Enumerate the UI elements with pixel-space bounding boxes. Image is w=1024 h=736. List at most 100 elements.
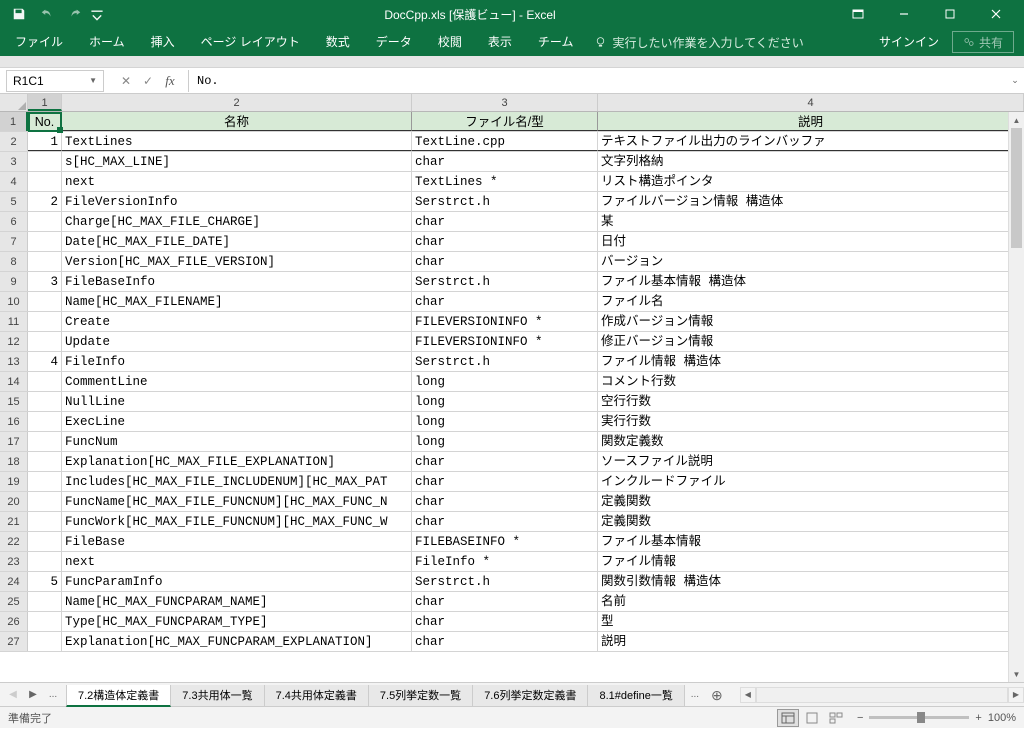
cell[interactable]: Charge[HC_MAX_FILE_CHARGE] [62,212,412,231]
column-header[interactable]: 3 [412,94,598,111]
row-header[interactable]: 8 [0,252,28,271]
cell[interactable] [28,632,62,651]
cell[interactable]: Serstrct.h [412,272,598,291]
cell[interactable]: インクルードファイル [598,472,1024,491]
sheet-tab[interactable]: 7.5列挙定数一覧 [368,685,473,707]
cell[interactable]: FILEVERSIONINFO * [412,312,598,331]
header-cell[interactable]: 名称 [62,112,412,131]
cell[interactable]: テキストファイル出力のラインバッファ [598,132,1024,151]
cell[interactable]: 1 [28,132,62,151]
column-header[interactable]: 2 [62,94,412,111]
cell[interactable]: 説明 [598,632,1024,651]
row-header[interactable]: 14 [0,372,28,391]
cell[interactable]: next [62,172,412,191]
enter-formula-button[interactable]: ✓ [138,71,158,91]
cell[interactable]: char [412,452,598,471]
cell[interactable]: ファイル基本情報 構造体 [598,272,1024,291]
cell[interactable]: ファイルバージョン情報 構造体 [598,192,1024,211]
scroll-up-button[interactable]: ▲ [1009,112,1024,128]
close-button[interactable] [974,0,1018,28]
cell[interactable]: FileInfo * [412,552,598,571]
cell[interactable]: 定義関数 [598,512,1024,531]
cell[interactable] [28,232,62,251]
ribbon-tab[interactable]: 数式 [313,28,363,56]
ribbon-tab[interactable]: データ [363,28,425,56]
cell[interactable]: long [412,412,598,431]
row-header[interactable]: 15 [0,392,28,411]
cell[interactable]: TextLine.cpp [412,132,598,151]
cell[interactable]: 作成バージョン情報 [598,312,1024,331]
cell[interactable]: 2 [28,192,62,211]
zoom-in-button[interactable]: + [975,712,981,724]
ribbon-tab[interactable]: 挿入 [138,28,188,56]
cell[interactable] [28,512,62,531]
cell[interactable]: Includes[HC_MAX_FILE_INCLUDENUM][HC_MAX_… [62,472,412,491]
cell[interactable] [28,152,62,171]
cell[interactable]: ファイル名 [598,292,1024,311]
cell[interactable]: ファイル基本情報 [598,532,1024,551]
row-header[interactable]: 5 [0,192,28,211]
cell[interactable]: char [412,592,598,611]
cell[interactable] [28,452,62,471]
cell[interactable]: Update [62,332,412,351]
ribbon-tab[interactable]: 表示 [475,28,525,56]
cell[interactable]: NullLine [62,392,412,411]
cell[interactable]: 日付 [598,232,1024,251]
cell[interactable]: Name[HC_MAX_FUNCPARAM_NAME] [62,592,412,611]
cell[interactable]: char [412,252,598,271]
cell[interactable]: 関数定義数 [598,432,1024,451]
cell[interactable] [28,472,62,491]
row-header[interactable]: 27 [0,632,28,651]
row-header[interactable]: 22 [0,532,28,551]
name-box[interactable]: R1C1 ▼ [6,70,104,92]
header-cell[interactable]: 説明 [598,112,1024,131]
cell[interactable]: TextLines [62,132,412,151]
vertical-scrollbar[interactable]: ▲ ▼ [1008,112,1024,682]
cell[interactable]: Serstrct.h [412,352,598,371]
cell[interactable]: 関数引数情報 構造体 [598,572,1024,591]
sheet-tab[interactable]: 7.4共用体定義書 [264,685,369,707]
cell[interactable]: char [412,292,598,311]
cell[interactable]: Create [62,312,412,331]
cell[interactable]: s[HC_MAX_LINE] [62,152,412,171]
cell[interactable] [28,392,62,411]
cell[interactable]: 文字列格納 [598,152,1024,171]
row-header[interactable]: 6 [0,212,28,231]
cell[interactable]: FileInfo [62,352,412,371]
horizontal-scrollbar[interactable]: ◀ ▶ [740,687,1024,703]
cell[interactable]: 4 [28,352,62,371]
cell[interactable]: char [412,472,598,491]
cell[interactable] [28,612,62,631]
row-header[interactable]: 7 [0,232,28,251]
scroll-left-button[interactable]: ◀ [740,687,756,703]
row-header[interactable]: 21 [0,512,28,531]
row-header[interactable]: 4 [0,172,28,191]
header-cell[interactable]: ファイル名/型 [412,112,598,131]
sheet-nav-more-button[interactable]: ... [46,688,60,702]
expand-formula-bar-button[interactable]: ⌄ [1006,75,1024,86]
cell[interactable]: FuncNum [62,432,412,451]
cell[interactable]: リスト構造ポインタ [598,172,1024,191]
ribbon-display-button[interactable] [836,0,880,28]
cell[interactable]: CommentLine [62,372,412,391]
cell[interactable]: char [412,512,598,531]
ribbon-tab[interactable]: チーム [525,28,587,56]
cell[interactable]: 型 [598,612,1024,631]
row-header[interactable]: 20 [0,492,28,511]
cell[interactable]: 某 [598,212,1024,231]
page-layout-view-button[interactable] [801,709,823,727]
cell[interactable]: 実行行数 [598,412,1024,431]
cell[interactable]: ExecLine [62,412,412,431]
sheet-tab[interactable]: 8.1#define一覧 [587,685,684,707]
cell[interactable]: Date[HC_MAX_FILE_DATE] [62,232,412,251]
cell[interactable]: 修正バージョン情報 [598,332,1024,351]
sheet-nav-more-button[interactable]: ... [688,688,702,702]
cell[interactable]: 定義関数 [598,492,1024,511]
minimize-button[interactable] [882,0,926,28]
cell[interactable] [28,292,62,311]
cell[interactable]: next [62,552,412,571]
cell[interactable]: 5 [28,572,62,591]
row-header[interactable]: 13 [0,352,28,371]
share-button[interactable]: 共有 [952,31,1014,53]
cell[interactable]: FILEVERSIONINFO * [412,332,598,351]
